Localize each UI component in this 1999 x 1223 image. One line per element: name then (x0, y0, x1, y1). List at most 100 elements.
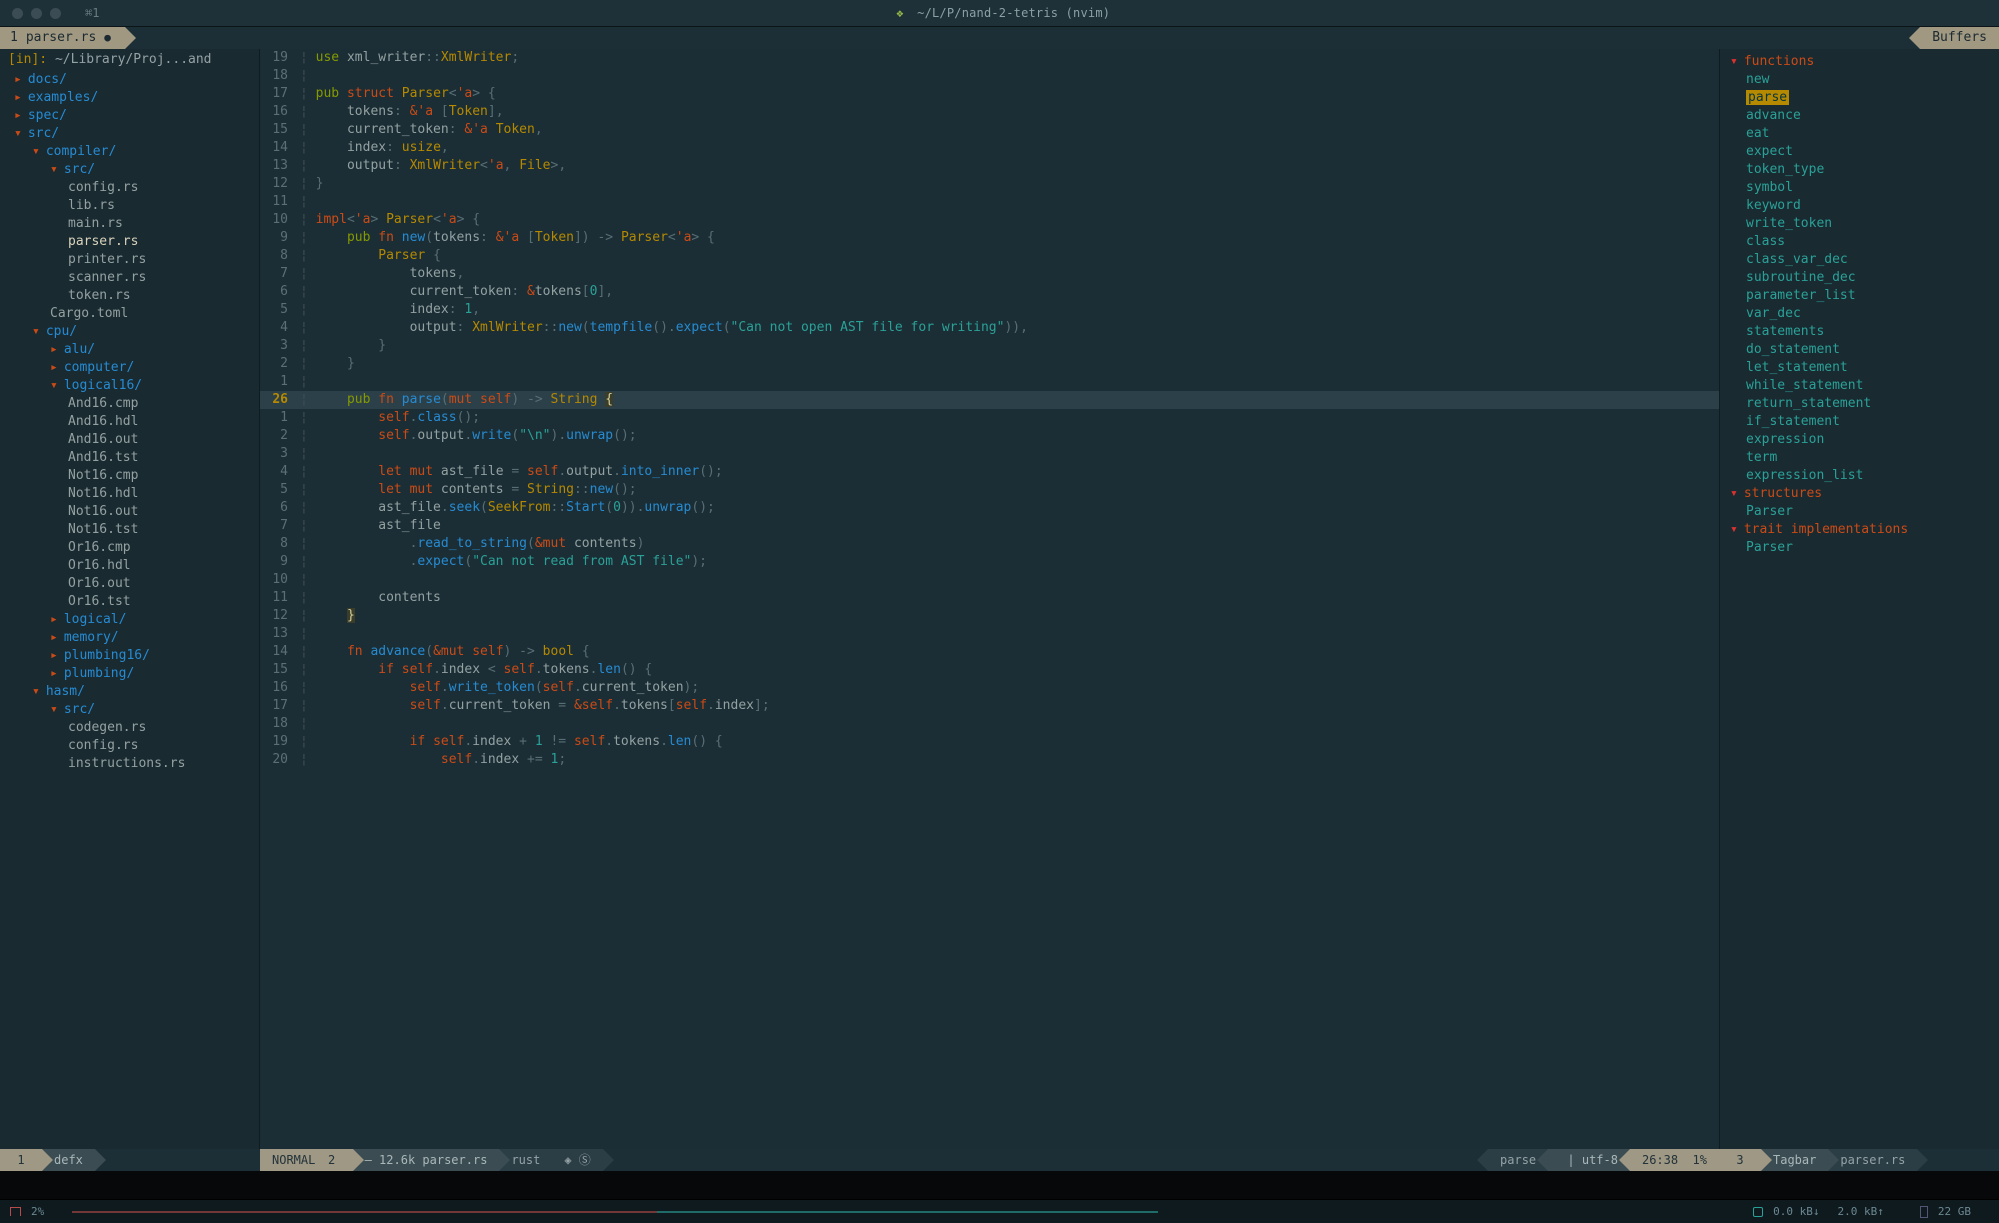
code-line[interactable]: 13¦ output: XmlWriter<'a, File>, (260, 157, 1719, 175)
tree-file-token-rs[interactable]: token.rs (0, 287, 259, 305)
code-line[interactable]: 20¦ self.index += 1; (260, 751, 1719, 769)
tree-file-codegen-rs[interactable]: codegen.rs (0, 719, 259, 737)
outline-item-write_token[interactable]: write_token (1720, 215, 1999, 233)
code-line[interactable]: 12¦ } (260, 607, 1719, 625)
outline-item-parse[interactable]: parse (1720, 89, 1999, 107)
code-line[interactable]: 18¦ (260, 67, 1719, 85)
code-line[interactable]: 15¦ current_token: &'a Token, (260, 121, 1719, 139)
outline-item-term[interactable]: term (1720, 449, 1999, 467)
code-line[interactable]: 4¦ output: XmlWriter::new(tempfile().exp… (260, 319, 1719, 337)
outline-item-token_type[interactable]: token_type (1720, 161, 1999, 179)
outline-item-expression[interactable]: expression (1720, 431, 1999, 449)
code-line[interactable]: 6¦ current_token: &tokens[0], (260, 283, 1719, 301)
tree-file-or16-hdl[interactable]: Or16.hdl (0, 557, 259, 575)
tree-dir-memory-[interactable]: ▸memory/ (0, 629, 259, 647)
code-line[interactable]: 10¦ (260, 571, 1719, 589)
code-line[interactable]: 9¦ pub fn new(tokens: &'a [Token]) -> Pa… (260, 229, 1719, 247)
code-line[interactable]: 11¦ contents (260, 589, 1719, 607)
code-line[interactable]: 17¦ pub struct Parser<'a> { (260, 85, 1719, 103)
outline-item-subroutine_dec[interactable]: subroutine_dec (1720, 269, 1999, 287)
code-line[interactable]: 5¦ let mut contents = String::new(); (260, 481, 1719, 499)
code-line[interactable]: 2¦ self.output.write("\n").unwrap(); (260, 427, 1719, 445)
tree-dir-plumbing16-[interactable]: ▸plumbing16/ (0, 647, 259, 665)
tree-file-and16-cmp[interactable]: And16.cmp (0, 395, 259, 413)
tree-file-not16-cmp[interactable]: Not16.cmp (0, 467, 259, 485)
outline-item-symbol[interactable]: symbol (1720, 179, 1999, 197)
outline-item-var_dec[interactable]: var_dec (1720, 305, 1999, 323)
tree-file-or16-tst[interactable]: Or16.tst (0, 593, 259, 611)
outline-item-statements[interactable]: statements (1720, 323, 1999, 341)
tree-dir-hasm-[interactable]: ▾hasm/ (0, 683, 259, 701)
code-line[interactable]: 2¦ } (260, 355, 1719, 373)
tree-dir-spec-[interactable]: ▸spec/ (0, 107, 259, 125)
code-line[interactable]: 19¦ use xml_writer::XmlWriter; (260, 49, 1719, 67)
code-line[interactable]: 19¦ if self.index + 1 != self.tokens.len… (260, 733, 1719, 751)
code-line[interactable]: 8¦ .read_to_string(&mut contents) (260, 535, 1719, 553)
code-line[interactable]: 7¦ ast_file (260, 517, 1719, 535)
code-line[interactable]: 1¦ self.class(); (260, 409, 1719, 427)
outline-section-trait-implementations[interactable]: ▾trait implementations (1720, 521, 1999, 539)
outline-item-expect[interactable]: expect (1720, 143, 1999, 161)
outline-item-new[interactable]: new (1720, 71, 1999, 89)
tree-file-main-rs[interactable]: main.rs (0, 215, 259, 233)
outline-item-let_statement[interactable]: let_statement (1720, 359, 1999, 377)
outline-item-advance[interactable]: advance (1720, 107, 1999, 125)
code-line[interactable]: 8¦ Parser { (260, 247, 1719, 265)
code-line[interactable]: 6¦ ast_file.seek(SeekFrom::Start(0)).unw… (260, 499, 1719, 517)
code-line[interactable]: 16¦ self.write_token(self.current_token)… (260, 679, 1719, 697)
code-line[interactable]: 13¦ (260, 625, 1719, 643)
tree-file-and16-out[interactable]: And16.out (0, 431, 259, 449)
tree-file-not16-tst[interactable]: Not16.tst (0, 521, 259, 539)
outline-item-while_statement[interactable]: while_statement (1720, 377, 1999, 395)
tree-file-not16-hdl[interactable]: Not16.hdl (0, 485, 259, 503)
tree-dir-cpu-[interactable]: ▾cpu/ (0, 323, 259, 341)
tree-file-parser-rs[interactable]: parser.rs (0, 233, 259, 251)
code-pane[interactable]: 19¦ use xml_writer::XmlWriter;18¦ 17¦ pu… (260, 49, 1719, 1149)
tree-file-or16-out[interactable]: Or16.out (0, 575, 259, 593)
tree-file-and16-hdl[interactable]: And16.hdl (0, 413, 259, 431)
tree-file-or16-cmp[interactable]: Or16.cmp (0, 539, 259, 557)
tree-dir-src-[interactable]: ▾src/ (0, 701, 259, 719)
tree-dir-docs-[interactable]: ▸docs/ (0, 71, 259, 89)
tree-file-not16-out[interactable]: Not16.out (0, 503, 259, 521)
code-line[interactable]: 16¦ tokens: &'a [Token], (260, 103, 1719, 121)
code-line[interactable]: 11¦ (260, 193, 1719, 211)
code-line[interactable]: 14¦ index: usize, (260, 139, 1719, 157)
outline-item-return_statement[interactable]: return_statement (1720, 395, 1999, 413)
tree-file-instructions-rs[interactable]: instructions.rs (0, 755, 259, 773)
code-line[interactable]: 18¦ (260, 715, 1719, 733)
min-dot[interactable] (31, 8, 42, 19)
outline-item-class_var_dec[interactable]: class_var_dec (1720, 251, 1999, 269)
code-line[interactable]: 3¦ } (260, 337, 1719, 355)
outline-item-do_statement[interactable]: do_statement (1720, 341, 1999, 359)
tree-file-config-rs[interactable]: config.rs (0, 179, 259, 197)
outline-item-expression_list[interactable]: expression_list (1720, 467, 1999, 485)
outline-item-eat[interactable]: eat (1720, 125, 1999, 143)
tree-dir-compiler-[interactable]: ▾compiler/ (0, 143, 259, 161)
tree-dir-examples-[interactable]: ▸examples/ (0, 89, 259, 107)
tree-dir-src-[interactable]: ▾src/ (0, 125, 259, 143)
max-dot[interactable] (50, 8, 61, 19)
outline-item-class[interactable]: class (1720, 233, 1999, 251)
tree-dir-plumbing-[interactable]: ▸plumbing/ (0, 665, 259, 683)
outline-item-Parser[interactable]: Parser (1720, 503, 1999, 521)
tree-file-config-rs[interactable]: config.rs (0, 737, 259, 755)
outline-section-functions[interactable]: ▾functions (1720, 53, 1999, 71)
code-line[interactable]: 26¦ pub fn parse(mut self) -> String { (260, 391, 1719, 409)
tree-file-lib-rs[interactable]: lib.rs (0, 197, 259, 215)
file-tree[interactable]: [in]: ~/Library/Proj...and ▸docs/▸exampl… (0, 49, 260, 1149)
code-line[interactable]: 5¦ index: 1, (260, 301, 1719, 319)
outline-item-keyword[interactable]: keyword (1720, 197, 1999, 215)
code-line[interactable]: 12¦ } (260, 175, 1719, 193)
code-line[interactable]: 3¦ (260, 445, 1719, 463)
code-line[interactable]: 15¦ if self.index < self.tokens.len() { (260, 661, 1719, 679)
tree-dir-logical-[interactable]: ▸logical/ (0, 611, 259, 629)
outline-item-Parser[interactable]: Parser (1720, 539, 1999, 557)
code-line[interactable]: 14¦ fn advance(&mut self) -> bool { (260, 643, 1719, 661)
code-line[interactable]: 17¦ self.current_token = &self.tokens[se… (260, 697, 1719, 715)
outline-item-parameter_list[interactable]: parameter_list (1720, 287, 1999, 305)
tree-file-scanner-rs[interactable]: scanner.rs (0, 269, 259, 287)
outline-item-if_statement[interactable]: if_statement (1720, 413, 1999, 431)
buffers-button[interactable]: Buffers (1920, 27, 1999, 49)
code-line[interactable]: 10¦ impl<'a> Parser<'a> { (260, 211, 1719, 229)
